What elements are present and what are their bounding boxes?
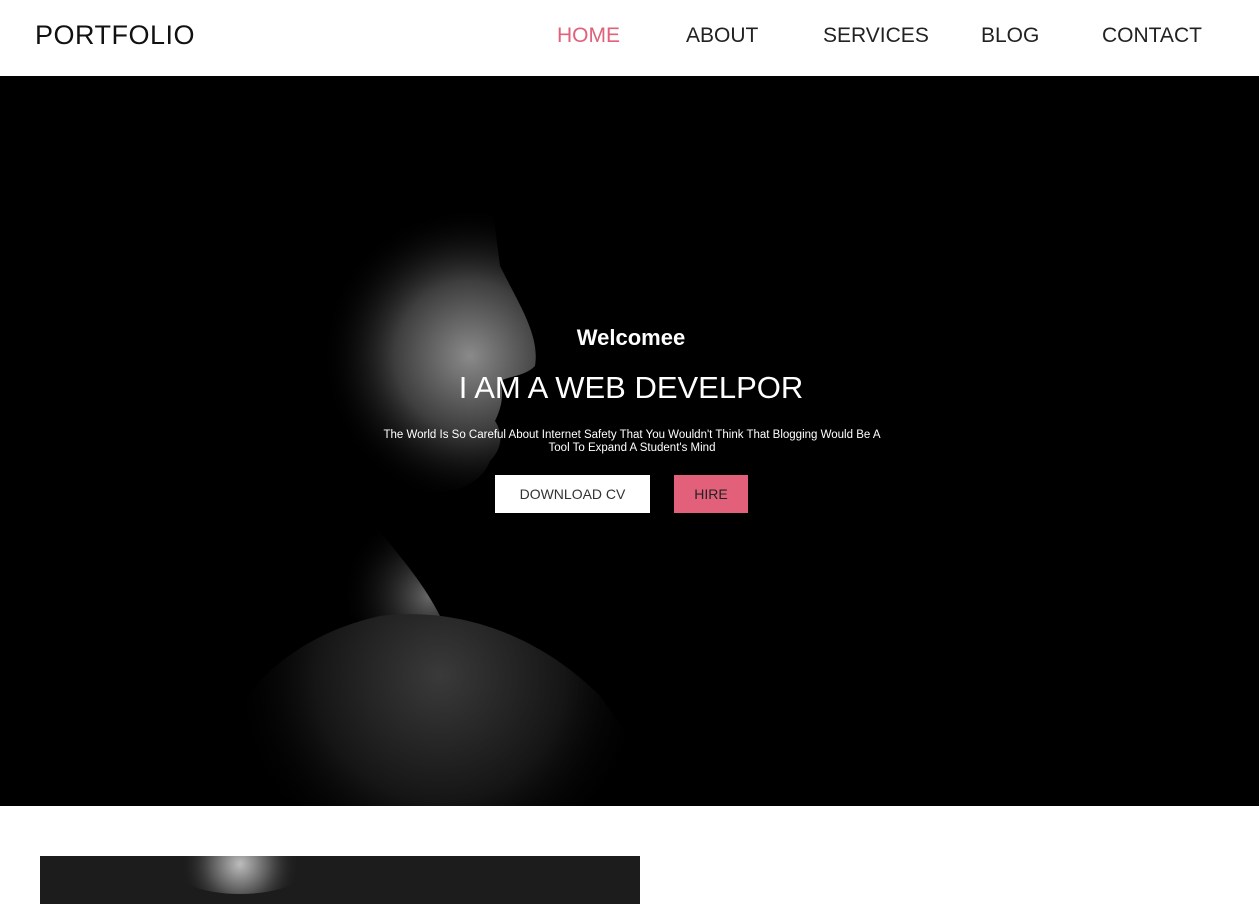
hero-welcome-text: Welcomee xyxy=(576,325,686,350)
about-image xyxy=(40,856,640,904)
hero-headline: I AM A WEB DEVELPOR xyxy=(458,370,804,405)
nav-link-services[interactable]: SERVICES xyxy=(823,24,929,48)
download-cv-button[interactable]: DOWNLOAD CV xyxy=(495,475,650,513)
nav-link-blog[interactable]: BLOG xyxy=(981,24,1039,48)
hire-button[interactable]: HIRE xyxy=(674,475,748,513)
nav-menu: HOME ABOUT SERVICES BLOG CONTACT xyxy=(0,24,1259,54)
navbar: PORTFOLIO HOME ABOUT SERVICES BLOG CONTA… xyxy=(0,0,1259,76)
nav-link-home[interactable]: HOME xyxy=(557,24,620,48)
nav-link-about[interactable]: ABOUT xyxy=(686,24,758,48)
hero-section: Welcomee I AM A WEB DEVELPOR The World I… xyxy=(0,76,1259,806)
nav-link-contact[interactable]: CONTACT xyxy=(1102,24,1202,48)
hero-tagline: The World Is So Careful About Internet S… xyxy=(383,429,881,454)
about-image-graphic xyxy=(40,856,640,904)
hero-content: Welcomee I AM A WEB DEVELPOR The World I… xyxy=(0,76,1259,806)
